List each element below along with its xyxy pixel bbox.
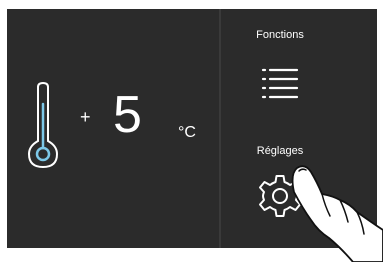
menu-icon bbox=[261, 68, 299, 99]
temperature-unit: °C bbox=[178, 124, 196, 141]
temperature-display: + 5 °C bbox=[7, 9, 219, 248]
hand-pointer bbox=[291, 165, 383, 262]
temperature-value: 5 bbox=[113, 86, 142, 144]
functions-label: Fonctions bbox=[256, 29, 304, 41]
functions-button[interactable]: Fonctions bbox=[221, 9, 377, 124]
settings-label: Réglages bbox=[256, 145, 304, 157]
temperature-sign: + bbox=[80, 107, 91, 127]
thermometer-icon bbox=[27, 82, 59, 168]
